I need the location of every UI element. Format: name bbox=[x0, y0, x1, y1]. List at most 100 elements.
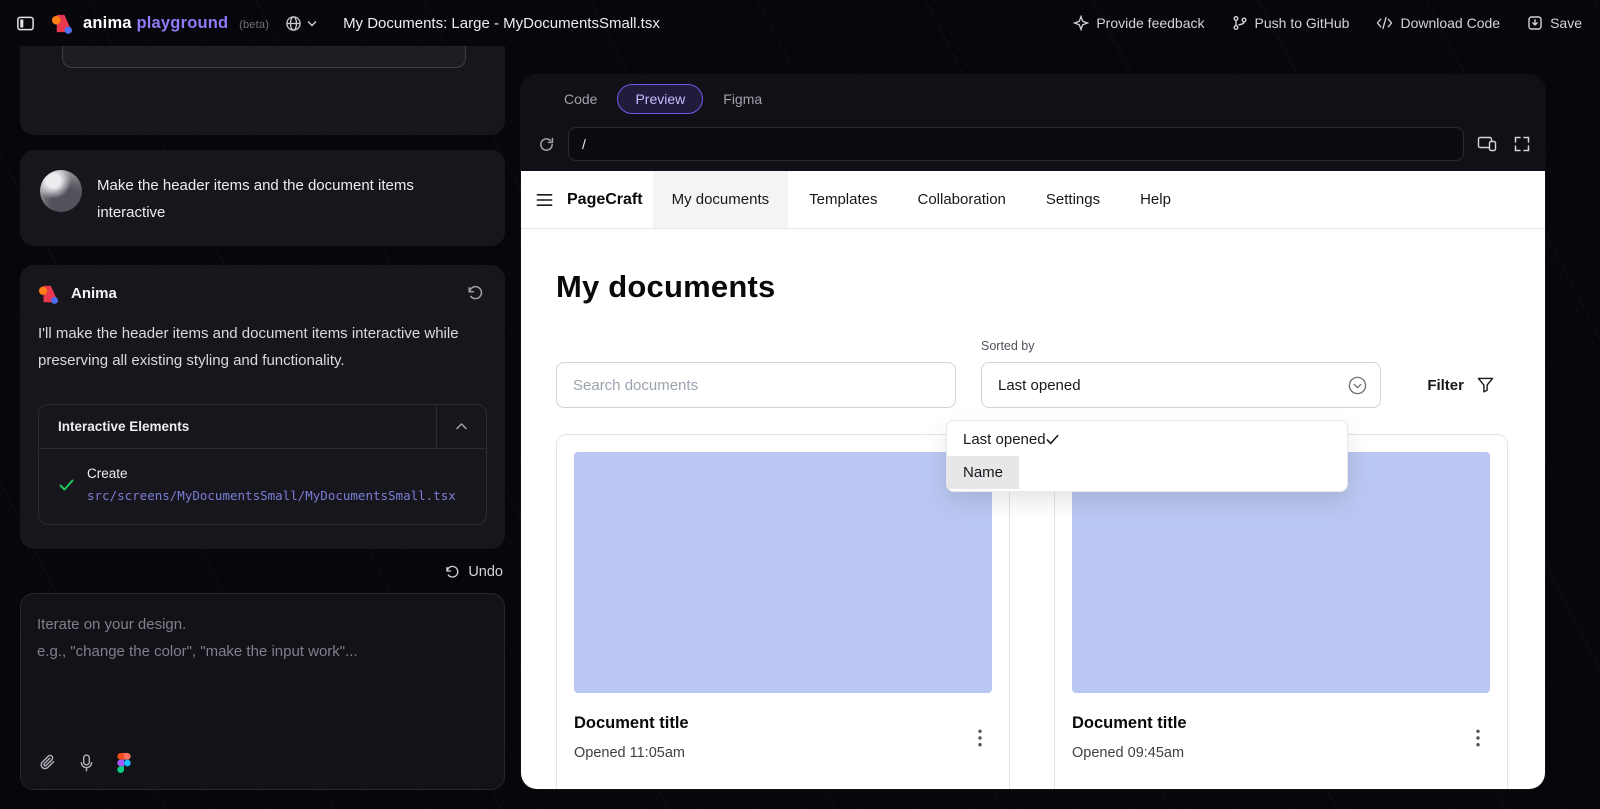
document-opened-time: Opened 11:05am bbox=[574, 745, 689, 761]
tab-code[interactable]: Code bbox=[551, 84, 610, 114]
fullscreen-button[interactable] bbox=[1514, 136, 1530, 152]
check-icon bbox=[1046, 434, 1059, 445]
attachment-thumbnail bbox=[62, 46, 466, 68]
chat-input-toolbar bbox=[39, 753, 131, 773]
tab-figma[interactable]: Figma bbox=[710, 84, 775, 114]
microphone-icon bbox=[79, 754, 94, 772]
assistant-message-text: I'll make the header items and document … bbox=[38, 320, 487, 374]
undo-icon bbox=[445, 565, 460, 580]
save-icon bbox=[1527, 15, 1543, 31]
undo-label: Undo bbox=[468, 564, 503, 580]
code-icon bbox=[1376, 16, 1393, 30]
anima-avatar-icon bbox=[38, 283, 60, 305]
funnel-icon bbox=[1477, 377, 1494, 393]
globe-icon bbox=[285, 15, 302, 32]
nav-item-collaboration[interactable]: Collaboration bbox=[899, 171, 1025, 228]
placeholder-line-2: e.g., "change the color", "make the inpu… bbox=[37, 638, 488, 665]
page-title: My documents bbox=[556, 271, 1510, 302]
create-step-row: Create src/screens/MyDocumentsSmall/MyDo… bbox=[39, 449, 486, 524]
search-input[interactable] bbox=[556, 362, 956, 408]
document-opened-time: Opened 09:45am bbox=[1072, 745, 1187, 761]
refresh-button[interactable] bbox=[538, 136, 555, 153]
sort-select[interactable]: Last opened bbox=[981, 362, 1381, 408]
topbar-actions: Provide feedback Push to GitHub Download… bbox=[1073, 15, 1582, 31]
tab-preview[interactable]: Preview bbox=[617, 84, 703, 114]
sidebar-panel-icon bbox=[16, 14, 35, 33]
push-to-github-label: Push to GitHub bbox=[1255, 15, 1350, 31]
menu-item-label: Name bbox=[963, 464, 1003, 481]
provide-feedback-button[interactable]: Provide feedback bbox=[1073, 15, 1204, 31]
document-info: Document title Opened 11:05am bbox=[574, 714, 689, 761]
interactive-elements-header: Interactive Elements bbox=[39, 405, 486, 449]
kebab-icon bbox=[1476, 729, 1480, 747]
brand-name: anima bbox=[83, 14, 132, 32]
save-button[interactable]: Save bbox=[1527, 15, 1582, 31]
document-info: Document title Opened 09:45am bbox=[1072, 714, 1187, 761]
user-message-text: Make the header items and the document i… bbox=[97, 170, 485, 226]
user-avatar bbox=[40, 170, 82, 212]
chat-input[interactable]: Iterate on your design. e.g., "change th… bbox=[20, 593, 505, 790]
sort-group: Sorted by Last opened bbox=[981, 339, 1381, 408]
menu-item-name[interactable]: Name bbox=[947, 456, 1019, 489]
undo-row: Undo bbox=[20, 549, 505, 593]
user-message-card: Make the header items and the document i… bbox=[20, 150, 505, 246]
hamburger-icon bbox=[536, 193, 553, 207]
document-controls: Sorted by Last opened Filter bbox=[556, 339, 1510, 408]
app-content: My documents Sorted by Last opened Filte… bbox=[521, 229, 1545, 789]
git-branch-icon bbox=[1232, 15, 1248, 31]
assistant-message-card: Anima I'll make the header items and doc… bbox=[20, 265, 505, 549]
mic-button[interactable] bbox=[79, 754, 94, 772]
anima-logo-icon bbox=[51, 12, 74, 35]
rendered-app: PageCraft My documents Templates Collabo… bbox=[521, 171, 1545, 789]
sparkle-icon bbox=[1073, 15, 1089, 31]
url-bar-icons bbox=[1477, 136, 1530, 152]
document-card-footer: Document title Opened 09:45am bbox=[1072, 714, 1490, 761]
preview-panel: Code Preview Figma bbox=[521, 75, 1545, 789]
create-step: Create src/screens/MyDocumentsSmall/MyDo… bbox=[87, 466, 456, 503]
document-card-footer: Document title Opened 11:05am bbox=[574, 714, 992, 761]
filter-label: Filter bbox=[1427, 377, 1464, 394]
topbar-left: anima playground (beta) My Documents: La… bbox=[16, 12, 660, 35]
beta-label: (beta) bbox=[239, 19, 269, 31]
attach-button[interactable] bbox=[39, 754, 56, 772]
document-menu-button[interactable] bbox=[968, 723, 992, 753]
document-title: Document title bbox=[1072, 714, 1187, 733]
previous-message-card bbox=[20, 46, 505, 135]
download-code-button[interactable]: Download Code bbox=[1376, 15, 1500, 31]
expand-icon bbox=[1514, 136, 1530, 152]
sort-select-value: Last opened bbox=[998, 377, 1081, 394]
chat-input-placeholder: Iterate on your design. e.g., "change th… bbox=[37, 611, 488, 665]
push-to-github-button[interactable]: Push to GitHub bbox=[1232, 15, 1350, 31]
nav-item-my-documents[interactable]: My documents bbox=[653, 171, 789, 228]
document-menu-button[interactable] bbox=[1466, 723, 1490, 753]
preview-tabs: Code Preview Figma bbox=[521, 75, 1545, 123]
device-toggle-button[interactable] bbox=[1477, 136, 1497, 152]
nav-item-help[interactable]: Help bbox=[1121, 171, 1190, 228]
revert-button[interactable] bbox=[464, 282, 487, 305]
nav-item-settings[interactable]: Settings bbox=[1027, 171, 1119, 228]
chevron-up-icon bbox=[456, 423, 467, 430]
document-thumbnail bbox=[574, 452, 992, 693]
placeholder-line-1: Iterate on your design. bbox=[37, 611, 488, 638]
app-header: PageCraft My documents Templates Collabo… bbox=[521, 171, 1545, 229]
filter-button[interactable]: Filter bbox=[1427, 362, 1494, 408]
brand-text: anima playground (beta) bbox=[83, 14, 269, 33]
language-globe-button[interactable] bbox=[285, 15, 317, 32]
nav-item-templates[interactable]: Templates bbox=[790, 171, 896, 228]
window-title: My Documents: Large - MyDocumentsSmall.t… bbox=[343, 15, 660, 32]
undo-button[interactable]: Undo bbox=[445, 564, 503, 580]
menu-item-last-opened[interactable]: Last opened bbox=[947, 423, 1075, 456]
assistant-name: Anima bbox=[71, 285, 117, 302]
sorted-by-label: Sorted by bbox=[981, 339, 1381, 353]
app-brand: PageCraft bbox=[567, 171, 653, 228]
document-card[interactable]: Document title Opened 11:05am bbox=[556, 434, 1010, 789]
collapse-button[interactable] bbox=[436, 405, 486, 448]
url-input[interactable] bbox=[568, 127, 1464, 161]
circle-chevron-down-icon bbox=[1347, 375, 1368, 396]
menu-button[interactable] bbox=[521, 171, 567, 228]
save-label: Save bbox=[1550, 15, 1582, 31]
figma-import-button[interactable] bbox=[117, 753, 131, 773]
document-title: Document title bbox=[574, 714, 689, 733]
topbar: anima playground (beta) My Documents: La… bbox=[0, 0, 1600, 46]
sidebar-toggle-button[interactable] bbox=[16, 14, 35, 33]
